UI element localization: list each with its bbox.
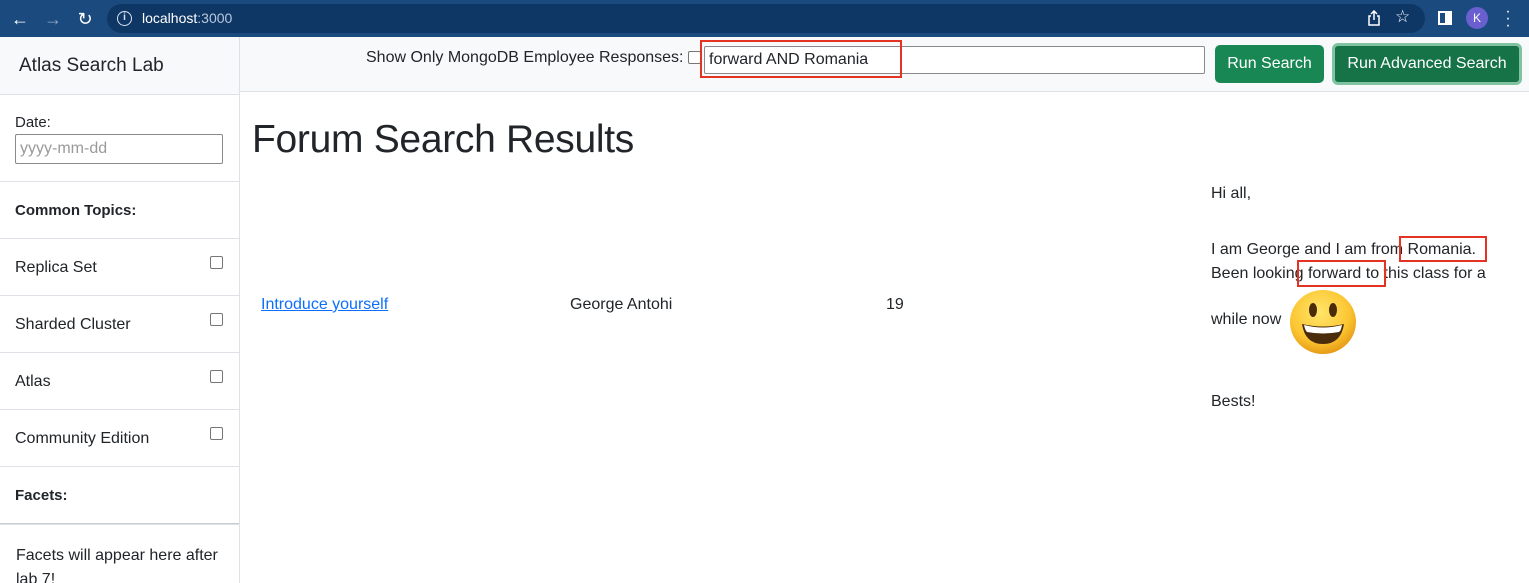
topic-checkbox-sharded-cluster[interactable] — [210, 313, 223, 326]
snippet-line: while now — [1211, 311, 1282, 328]
run-search-button[interactable]: Run Search — [1215, 45, 1324, 83]
topic-label: Community Edition — [15, 430, 150, 447]
sidebar-brand: Atlas Search Lab — [0, 37, 239, 95]
url-port: :3000 — [197, 10, 233, 26]
topic-label: Sharded Cluster — [15, 316, 131, 333]
sidebar-item-sharded-cluster: Sharded Cluster — [0, 296, 239, 353]
common-topics-heading: Common Topics: — [0, 182, 239, 239]
result-author: George Antohi — [570, 296, 673, 313]
share-icon[interactable] — [1367, 10, 1381, 26]
sidebar-item-community-edition: Community Edition — [0, 410, 239, 467]
reload-icon[interactable]: ↻ — [74, 8, 96, 30]
employee-filter-checkbox[interactable] — [688, 51, 701, 64]
smiley-emoji-icon — [1290, 290, 1356, 354]
snippet-line: Bests! — [1211, 393, 1256, 410]
kebab-menu-icon[interactable]: · · · — [1502, 4, 1514, 34]
topic-checkbox-replica-set[interactable] — [210, 256, 223, 269]
search-input[interactable] — [704, 46, 1205, 74]
search-bar: Show Only MongoDB Employee Responses: Ru… — [240, 37, 1529, 92]
browser-toolbar: ← → ↻ i localhost:3000 ☆ K · · · — [0, 0, 1529, 37]
forward-arrow-icon[interactable]: → — [42, 8, 64, 30]
profile-avatar[interactable]: K — [1466, 7, 1488, 29]
facets-placeholder-text: Facets will appear here after lab 7! — [0, 524, 239, 583]
page-title: Forum Search Results — [252, 118, 634, 161]
snippet-line: I am George and I am from Romania. — [1211, 241, 1476, 258]
date-input[interactable] — [15, 134, 223, 164]
topic-label: Replica Set — [15, 259, 97, 276]
back-arrow-icon[interactable]: ← — [9, 8, 31, 30]
date-label: Date: — [15, 114, 51, 131]
sidebar: Atlas Search Lab Date: Common Topics: Re… — [0, 37, 240, 583]
topic-checkbox-atlas[interactable] — [210, 370, 223, 383]
url-text[interactable]: localhost:3000 — [142, 10, 232, 26]
result-title-link[interactable]: Introduce yourself — [261, 296, 388, 314]
snippet-line: Been looking forward to this class for a — [1211, 265, 1486, 282]
url-host: localhost — [142, 10, 198, 26]
address-bar[interactable]: i localhost:3000 ☆ — [107, 4, 1425, 33]
snippet-line: Hi all, — [1211, 185, 1252, 202]
side-panel-icon[interactable] — [1438, 11, 1452, 25]
topic-checkbox-community-edition[interactable] — [210, 427, 223, 440]
topic-label: Atlas — [15, 373, 51, 390]
date-filter: Date: — [0, 95, 239, 182]
employee-filter-label: Show Only MongoDB Employee Responses: — [366, 49, 684, 66]
result-score: 19 — [886, 296, 904, 313]
run-advanced-search-button[interactable]: Run Advanced Search — [1332, 43, 1522, 85]
star-icon[interactable]: ☆ — [1395, 7, 1410, 27]
sidebar-item-atlas: Atlas — [0, 353, 239, 410]
info-icon[interactable]: i — [117, 11, 132, 26]
sidebar-item-replica-set: Replica Set — [0, 239, 239, 296]
facets-heading: Facets: — [0, 467, 239, 524]
